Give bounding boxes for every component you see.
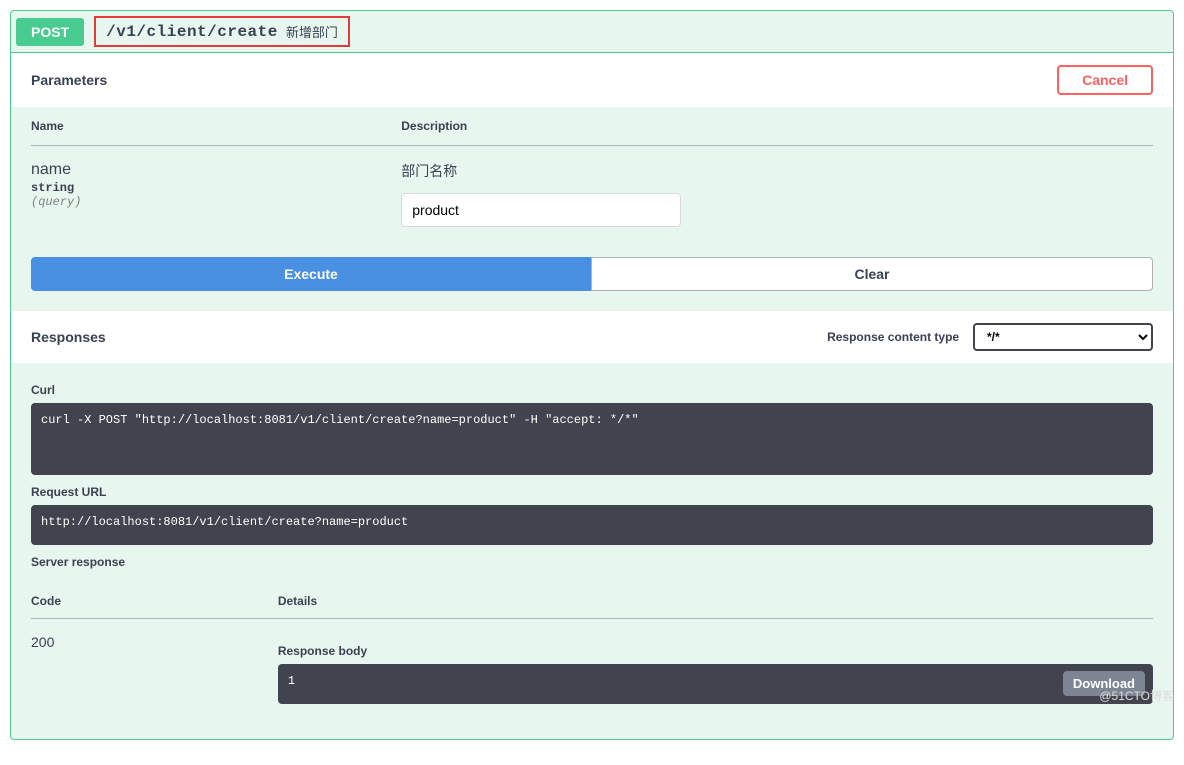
col-header-code: Code bbox=[31, 584, 278, 619]
table-row: name string (query) 部门名称 bbox=[31, 146, 1153, 243]
watermark: @51CTO博客 bbox=[1099, 687, 1174, 704]
action-buttons: Execute Clear bbox=[31, 257, 1153, 291]
param-type: string bbox=[31, 179, 401, 195]
curl-command: curl -X POST "http://localhost:8081/v1/c… bbox=[31, 403, 1153, 475]
curl-label: Curl bbox=[31, 383, 1153, 397]
content-type-wrap: Response content type */* bbox=[827, 323, 1153, 351]
content-type-label: Response content type bbox=[827, 330, 959, 344]
request-url-label: Request URL bbox=[31, 485, 1153, 499]
col-header-description: Description bbox=[401, 107, 1153, 146]
col-header-name: Name bbox=[31, 107, 401, 146]
response-body-area: 1 Download bbox=[278, 664, 1153, 704]
cancel-button[interactable]: Cancel bbox=[1057, 65, 1153, 95]
response-body-label: Response body bbox=[278, 644, 1153, 658]
parameters-title: Parameters bbox=[31, 72, 107, 88]
responses-body: Curl curl -X POST "http://localhost:8081… bbox=[11, 363, 1173, 739]
request-url: http://localhost:8081/v1/client/create?n… bbox=[31, 505, 1153, 545]
endpoint-path: /v1/client/create bbox=[106, 23, 278, 41]
server-response-label: Server response bbox=[31, 555, 1153, 569]
responses-header: Responses Response content type */* bbox=[11, 311, 1173, 363]
content-type-select[interactable]: */* bbox=[973, 323, 1153, 351]
path-highlight-box: /v1/client/create 新增部门 bbox=[94, 16, 350, 47]
responses-title: Responses bbox=[31, 329, 106, 345]
table-row: 200 Response body 1 Download bbox=[31, 619, 1153, 720]
endpoint-summary: 新增部门 bbox=[286, 22, 338, 41]
response-body: 1 bbox=[278, 664, 1153, 704]
status-code: 200 bbox=[31, 634, 54, 650]
param-description: 部门名称 bbox=[401, 161, 1153, 181]
parameters-header: Parameters Cancel bbox=[11, 53, 1173, 107]
execute-button[interactable]: Execute bbox=[31, 257, 591, 291]
clear-button[interactable]: Clear bbox=[591, 257, 1153, 291]
param-value-input[interactable] bbox=[401, 193, 681, 227]
operation-summary[interactable]: POST /v1/client/create 新增部门 bbox=[11, 11, 1173, 53]
parameters-body: Name Description name string (query) 部门名… bbox=[11, 107, 1173, 311]
responses-table: Code Details 200 Response body 1 Downloa… bbox=[31, 584, 1153, 719]
parameters-table: Name Description name string (query) 部门名… bbox=[31, 107, 1153, 242]
col-header-details: Details bbox=[278, 584, 1153, 619]
param-in: (query) bbox=[31, 195, 401, 209]
operation-block: POST /v1/client/create 新增部门 Parameters C… bbox=[10, 10, 1174, 740]
method-badge: POST bbox=[16, 18, 84, 46]
param-name: name bbox=[31, 161, 401, 179]
